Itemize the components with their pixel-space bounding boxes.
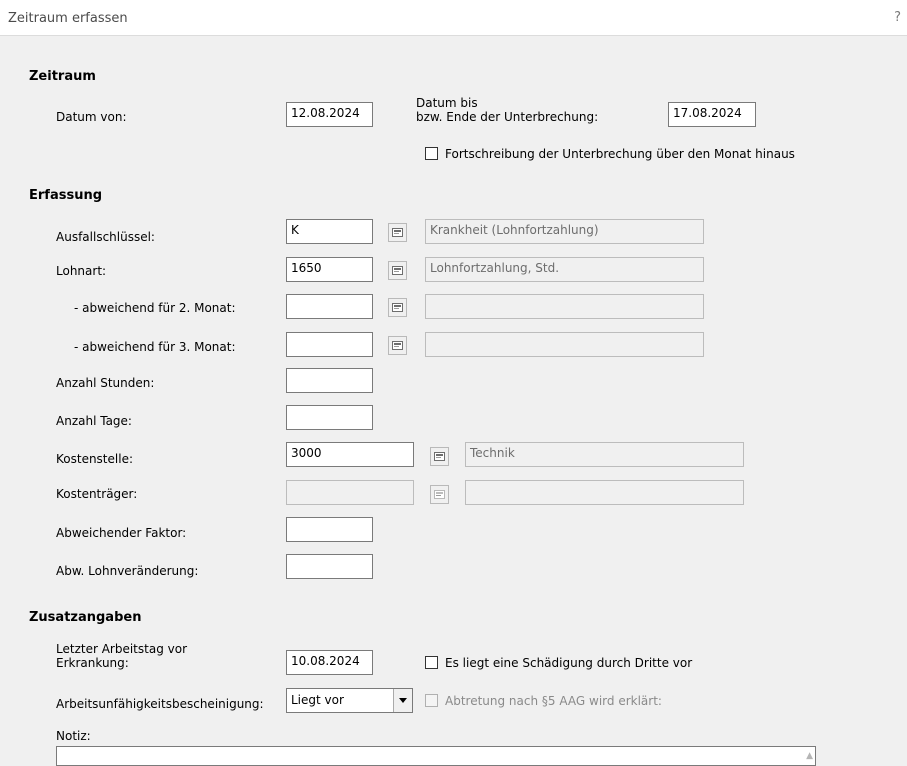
au-bescheinigung-value: Liegt vor: [291, 693, 344, 707]
schaedigung-label: Es liegt eine Schädigung durch Dritte vo…: [445, 656, 693, 670]
anzahl-tage-label: Anzahl Tage:: [56, 414, 132, 428]
letzter-arbeitstag-label: Letzter Arbeitstag vor Erkrankung:: [56, 642, 187, 670]
fortschreibung-label: Fortschreibung der Unterbrechung über de…: [445, 147, 795, 161]
list-lookup-icon: [392, 341, 403, 350]
notiz-textarea[interactable]: ▲: [56, 746, 816, 766]
letzter-arbeitstag-label-line2: Erkrankung:: [56, 656, 129, 670]
schaedigung-checkbox[interactable]: [425, 656, 438, 669]
scroll-up-icon[interactable]: ▲: [806, 751, 813, 761]
lohnart-label: Lohnart:: [56, 264, 107, 278]
kostenstelle-input[interactable]: 3000: [286, 442, 414, 467]
faktor-label: Abweichender Faktor:: [56, 526, 187, 540]
section-erfassung: Erfassung: [29, 188, 103, 203]
lohnart-input[interactable]: 1650: [286, 257, 373, 282]
monat2-description: [425, 294, 704, 319]
section-zusatzangaben: Zusatzangaben: [29, 610, 142, 625]
anzahl-stunden-input[interactable]: [286, 368, 373, 393]
anzahl-tage-input[interactable]: [286, 405, 373, 430]
monat2-lookup-button[interactable]: [388, 298, 407, 317]
abtretung-checkbox: [425, 694, 438, 707]
fortschreibung-checkbox[interactable]: [425, 147, 438, 160]
ausfallschluessel-label: Ausfallschlüssel:: [56, 230, 155, 244]
title-bar: Zeitraum erfassen ?: [0, 0, 907, 36]
kostenstelle-label: Kostenstelle:: [56, 452, 133, 466]
monat3-lookup-button[interactable]: [388, 336, 407, 355]
letzter-arbeitstag-input[interactable]: 10.08.2024: [286, 650, 373, 675]
section-zeitraum: Zeitraum: [29, 69, 96, 84]
abtretung-label: Abtretung nach §5 AAG wird erklärt:: [445, 694, 662, 708]
ausfallschluessel-lookup-button[interactable]: [388, 223, 407, 242]
datum-bis-label-line1: Datum bis: [416, 96, 478, 110]
monat2-label: - abweichend für 2. Monat:: [74, 301, 236, 315]
list-lookup-icon: [392, 228, 403, 237]
monat3-input[interactable]: [286, 332, 373, 357]
list-lookup-icon: [392, 303, 403, 312]
faktor-input[interactable]: [286, 517, 373, 542]
kostentraeger-input: [286, 480, 414, 505]
lohnart-lookup-button[interactable]: [388, 261, 407, 280]
ausfallschluessel-input[interactable]: K: [286, 219, 373, 244]
help-button[interactable]: ?: [894, 10, 901, 25]
list-lookup-icon: [434, 490, 445, 499]
list-lookup-icon: [434, 452, 445, 461]
lohnart-description: Lohnfortzahlung, Std.: [425, 257, 704, 282]
kostentraeger-lookup-button: [430, 485, 449, 504]
chevron-down-icon[interactable]: [393, 689, 412, 712]
datum-bis-label: Datum bis bzw. Ende der Unterbrechung:: [416, 96, 598, 124]
letzter-arbeitstag-label-line1: Letzter Arbeitstag vor: [56, 642, 187, 656]
list-lookup-icon: [392, 266, 403, 275]
kostentraeger-label: Kostenträger:: [56, 487, 138, 501]
datum-von-label: Datum von:: [56, 110, 127, 124]
lohnveraenderung-input[interactable]: [286, 554, 373, 579]
ausfallschluessel-description: Krankheit (Lohnfortzahlung): [425, 219, 704, 244]
datum-von-input[interactable]: 12.08.2024: [286, 102, 373, 127]
kostenstelle-lookup-button[interactable]: [430, 447, 449, 466]
au-bescheinigung-label: Arbeitsunfähigkeitsbescheinigung:: [56, 697, 264, 711]
monat3-description: [425, 332, 704, 357]
datum-bis-input[interactable]: 17.08.2024: [668, 102, 756, 127]
datum-bis-label-line2: bzw. Ende der Unterbrechung:: [416, 110, 599, 124]
window-title: Zeitraum erfassen: [8, 11, 128, 26]
anzahl-stunden-label: Anzahl Stunden:: [56, 376, 155, 390]
kostenstelle-description: Technik: [465, 442, 744, 467]
notiz-label: Notiz:: [56, 729, 91, 743]
lohnveraenderung-label: Abw. Lohnveränderung:: [56, 564, 199, 578]
monat3-label: - abweichend für 3. Monat:: [74, 340, 236, 354]
au-bescheinigung-select[interactable]: Liegt vor: [286, 688, 413, 713]
kostentraeger-description: [465, 480, 744, 505]
monat2-input[interactable]: [286, 294, 373, 319]
